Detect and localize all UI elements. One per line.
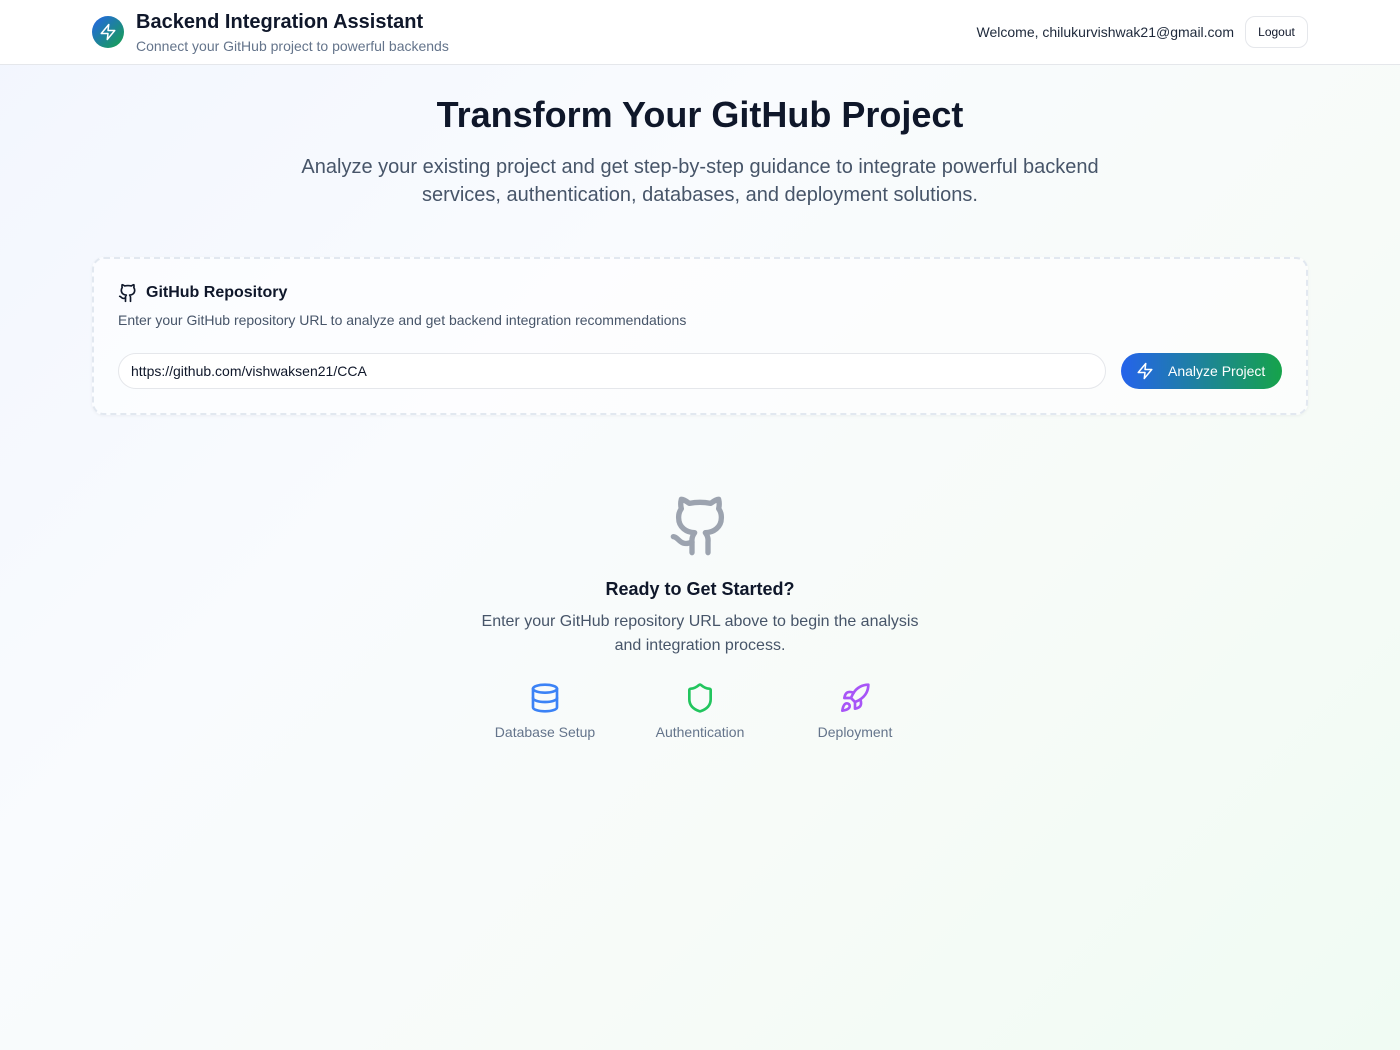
logout-button[interactable]: Logout (1245, 16, 1308, 48)
feature-deployment: Deployment (780, 682, 930, 740)
rocket-icon (839, 682, 871, 714)
feature-database-setup: Database Setup (470, 682, 620, 740)
repo-url-input[interactable] (118, 353, 1106, 389)
zap-icon (92, 16, 124, 48)
shield-icon (684, 682, 716, 714)
zap-icon (1136, 362, 1154, 380)
feature-label: Deployment (817, 724, 893, 740)
repo-card-title: GitHub Repository (146, 284, 288, 301)
analyze-project-button[interactable]: Analyze Project (1121, 353, 1282, 389)
github-icon (668, 494, 732, 558)
feature-authentication: Authentication (625, 682, 775, 740)
feature-label: Authentication (655, 724, 745, 740)
analyze-project-label: Analyze Project (1168, 363, 1266, 379)
page-description: Analyze your existing project and get st… (301, 156, 1099, 206)
app-subtitle: Connect your GitHub project to powerful … (136, 38, 449, 54)
app-title: Backend Integration Assistant (136, 11, 424, 33)
github-icon (118, 283, 138, 303)
empty-state-title: Ready to Get Started? (605, 579, 795, 599)
app-header: Backend Integration Assistant Connect yo… (0, 0, 1400, 65)
empty-state-description: Enter your GitHub repository URL above t… (481, 613, 919, 654)
repo-card-description: Enter your GitHub repository URL to anal… (118, 312, 687, 328)
feature-label: Database Setup (494, 724, 596, 740)
github-repository-card: GitHub Repository Enter your GitHub repo… (92, 257, 1308, 415)
welcome-text: Welcome, chilukurvishwak21@gmail.com (976, 24, 1234, 40)
database-icon (529, 682, 561, 714)
page-title: Transform Your GitHub Project (436, 94, 964, 135)
